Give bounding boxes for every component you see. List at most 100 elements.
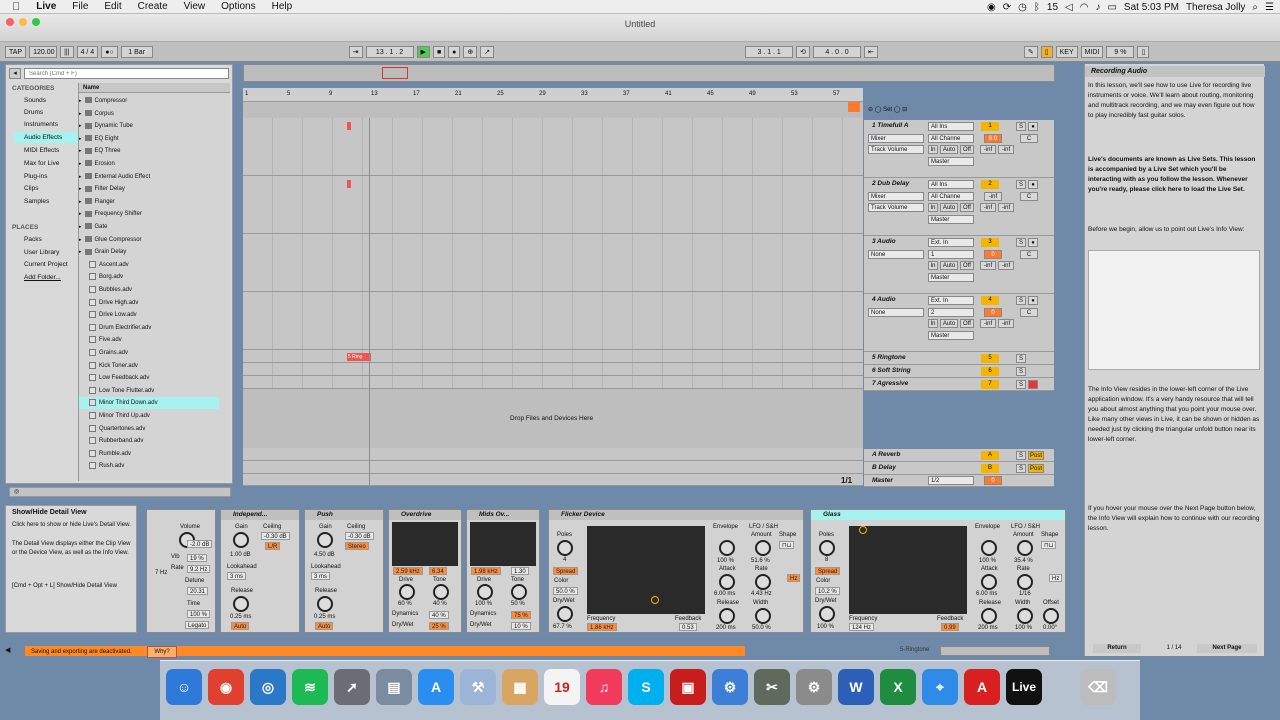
browser-folder-item[interactable]: ▸ Glue Compressor [79,234,219,246]
track-header-6[interactable]: 6 Soft String 6 S [864,365,1054,378]
menu-app-live[interactable]: Live [28,1,64,12]
track-2-send-b[interactable]: -inf [998,203,1014,212]
master-name[interactable]: Master [866,476,924,486]
nudge-icon[interactable]: ||| [60,45,74,58]
track-1-volume-select[interactable]: Track Volume [868,145,924,154]
width-value[interactable]: 50.0 % [752,625,771,631]
track-3-monitor-auto[interactable]: Auto [940,261,958,270]
tone-knob[interactable] [511,584,527,600]
master-output-select[interactable]: 1/2 [928,476,974,485]
track-5-solo[interactable]: S [1016,354,1026,363]
track-name-2[interactable]: 2 Dub Delay [866,179,924,189]
vib-label[interactable]: Vib [171,554,180,560]
width-knob[interactable] [755,608,771,624]
rate-value[interactable]: 4.43 Hz [751,591,772,597]
track-1-send-b[interactable]: -inf [998,145,1014,154]
browser-folder-item[interactable]: ▸ External Audio Effect [79,171,219,183]
track-1-volume-field[interactable]: 6.0 [984,134,1002,143]
skype-icon[interactable]: S [628,669,664,705]
envelope-value[interactable]: 100 % [979,558,996,564]
preview-headphone-icon[interactable]: ◎ [10,489,19,495]
xy-pad-handle[interactable] [859,526,867,534]
track-4-monitor-off[interactable]: Off [960,319,974,328]
device-title-flicker[interactable]: Flicker Device [549,510,803,520]
track-1-solo[interactable]: S [1016,122,1026,131]
browser-preview-bar[interactable]: ◎ [9,487,231,497]
track-1-output-select[interactable]: Master [928,157,974,166]
chrome-icon[interactable]: ◉ [208,669,244,705]
browser-folder-item[interactable]: ▸ Grain Delay [79,246,219,258]
dry-wet-value[interactable]: 100 % [817,624,834,630]
itunes-icon[interactable]: ♫ [586,669,622,705]
browser-preset-item[interactable]: Grains.adv [79,347,219,359]
browser-preset-item[interactable]: Low Tone Flutter.adv [79,385,219,397]
apple-icon[interactable]:  [0,1,28,13]
dry-wet-knob[interactable] [557,606,573,622]
browser-preset-item[interactable]: Drive Low.adv [79,309,219,321]
category-sounds[interactable]: Sounds [14,95,78,106]
release-value[interactable]: 0.25 ms [314,614,335,620]
lookahead-select[interactable]: 3 ms [227,572,247,580]
track-5-activator[interactable]: 5 [981,354,999,363]
browser-folder-item[interactable]: ▸ EQ Eight [79,133,219,145]
frequency-value[interactable]: 1.86 kHz [587,623,617,631]
tone-value[interactable]: 50 % [511,601,525,607]
track-header-1[interactable]: 1 Timefull A Mixer Track Volume All Ins … [864,120,1054,178]
amount-value[interactable]: 51.6 % [751,558,770,564]
track-2-solo[interactable]: S [1016,180,1026,189]
play-icon[interactable]: ▶ [416,45,430,58]
browser-folder-item[interactable]: ▸ Compressor [79,95,219,107]
tone-value[interactable]: 40 % [433,601,447,607]
why-button[interactable]: Why? [147,646,177,658]
wifi-icon[interactable]: ◠ [1080,2,1089,13]
dry-wet-knob[interactable] [819,606,835,622]
rate-value[interactable]: 1/16 [1019,591,1031,597]
browser-folder-item[interactable]: ▸ EQ Three [79,145,219,157]
track-4-volume-field[interactable]: 0 [984,308,1002,317]
menu-help[interactable]: Help [264,1,301,12]
rate-hz-button[interactable]: Hz [787,574,801,582]
safari-icon[interactable]: ⌖ [922,669,958,705]
browser-preset-item[interactable]: Drive High.adv [79,297,219,309]
master-track[interactable]: Master 1/2 0 [864,475,1054,487]
track-header-7[interactable]: 7 Agressive 7 S [864,378,1054,391]
envelope-value[interactable]: 100 % [717,558,734,564]
release-value[interactable]: 200 ms [978,625,998,631]
return-track-b[interactable]: B Delay B S Post [864,462,1054,475]
loop-switch-icon[interactable]: ⟲ [796,45,811,58]
attack-value[interactable]: 6.00 ms [714,591,735,597]
amount-knob[interactable] [1017,540,1033,556]
beat-time-ruler[interactable]: 1 5 9 13 17 21 25 29 33 37 41 45 49 53 57 [243,88,863,102]
category-plug-ins[interactable]: Plug-ins [14,171,78,182]
help-paragraph-2[interactable]: Live's documents are known as Live Sets.… [1088,155,1260,195]
volume-icon[interactable]: ◁ [1065,2,1073,13]
volume-value[interactable]: -2.0 dB [187,540,213,548]
key-map-icon[interactable]: ▯ [1040,45,1053,58]
loop-length-field[interactable]: 4 . 0 . 0 [813,45,862,58]
metronome-icon[interactable]: ●○ [101,45,118,58]
track-1-monitor-off[interactable]: Off [960,145,974,154]
rate-hz-button[interactable]: Hz [1049,574,1063,582]
follow-icon[interactable]: ⇥ [348,45,363,58]
lane-track-4[interactable] [243,292,863,350]
clip-ringtone[interactable]: 5 Ring [347,353,371,361]
automation-arm-icon[interactable]: ↗ [480,45,495,58]
auto-release-button[interactable]: Auto [231,622,250,630]
menu-view[interactable]: View [176,1,214,12]
drive-value[interactable]: 100 % [475,601,492,607]
browser-folder-item[interactable]: ▸ Gate [79,221,219,233]
lane-track-6[interactable] [243,363,863,376]
track-4-solo[interactable]: S [1016,296,1026,305]
track-header-3[interactable]: 3 Audio None Ext. In 1 In Auto Off Maste… [864,236,1054,294]
release-value[interactable]: 0.25 ms [230,614,251,620]
word-icon[interactable]: W [838,669,874,705]
return-a-solo[interactable]: S [1016,451,1026,460]
loop-start-field[interactable]: 3 . 1 . 1 [745,45,794,58]
track-7-arm-icon[interactable] [1028,380,1038,389]
lane-track-3[interactable] [243,234,863,292]
track-2-pan-field[interactable]: C [1020,192,1038,201]
vib-value[interactable]: 19 % [187,554,207,562]
return-a-post[interactable]: Post [1028,451,1044,460]
track-3-route-select[interactable]: None [868,250,924,259]
auto-release-button[interactable]: Auto [315,622,334,630]
